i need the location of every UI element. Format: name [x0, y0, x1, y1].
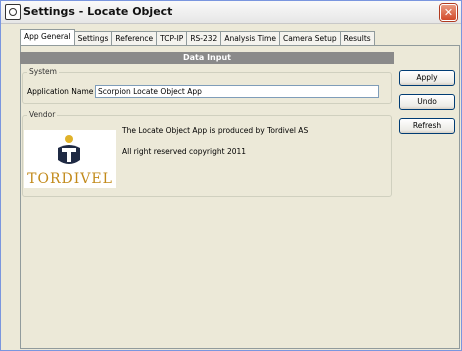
vendor-legend: Vendor: [27, 110, 58, 119]
tordivel-logo-icon: [58, 135, 80, 164]
apply-button[interactable]: Apply: [399, 70, 455, 86]
close-button[interactable]: ✕: [440, 4, 457, 21]
title-bar[interactable]: Settings - Locate Object ✕: [1, 1, 461, 24]
application-name-label: Application Name: [27, 87, 94, 96]
window-title: Settings - Locate Object: [23, 5, 173, 18]
refresh-button[interactable]: Refresh: [399, 118, 455, 134]
app-icon: [5, 4, 21, 20]
tab-tcp-ip[interactable]: TCP-IP: [157, 31, 188, 45]
vendor-line-1: The Locate Object App is produced by Tor…: [122, 126, 309, 135]
application-name-input[interactable]: Scorpion Locate Object App: [95, 85, 379, 98]
section-header: Data Input: [20, 52, 394, 64]
close-icon: ✕: [443, 6, 454, 19]
tab-strip: App General Settings Reference TCP-IP RS…: [20, 29, 375, 46]
tab-app-general[interactable]: App General: [20, 29, 75, 45]
system-legend: System: [27, 67, 59, 76]
tab-reference[interactable]: Reference: [112, 31, 158, 45]
tab-rs-232[interactable]: RS-232: [187, 31, 222, 45]
tab-results[interactable]: Results: [340, 31, 375, 45]
tab-camera-setup[interactable]: Camera Setup: [279, 31, 341, 45]
tordivel-logo: TORDIVEL: [24, 130, 116, 188]
tab-analysis-time[interactable]: Analysis Time: [221, 31, 280, 45]
vendor-line-2: All right reserved copyright 2011: [122, 147, 247, 156]
undo-button[interactable]: Undo: [399, 94, 455, 110]
tordivel-logo-wordmark: TORDIVEL: [27, 171, 113, 187]
tab-settings[interactable]: Settings: [74, 31, 113, 45]
